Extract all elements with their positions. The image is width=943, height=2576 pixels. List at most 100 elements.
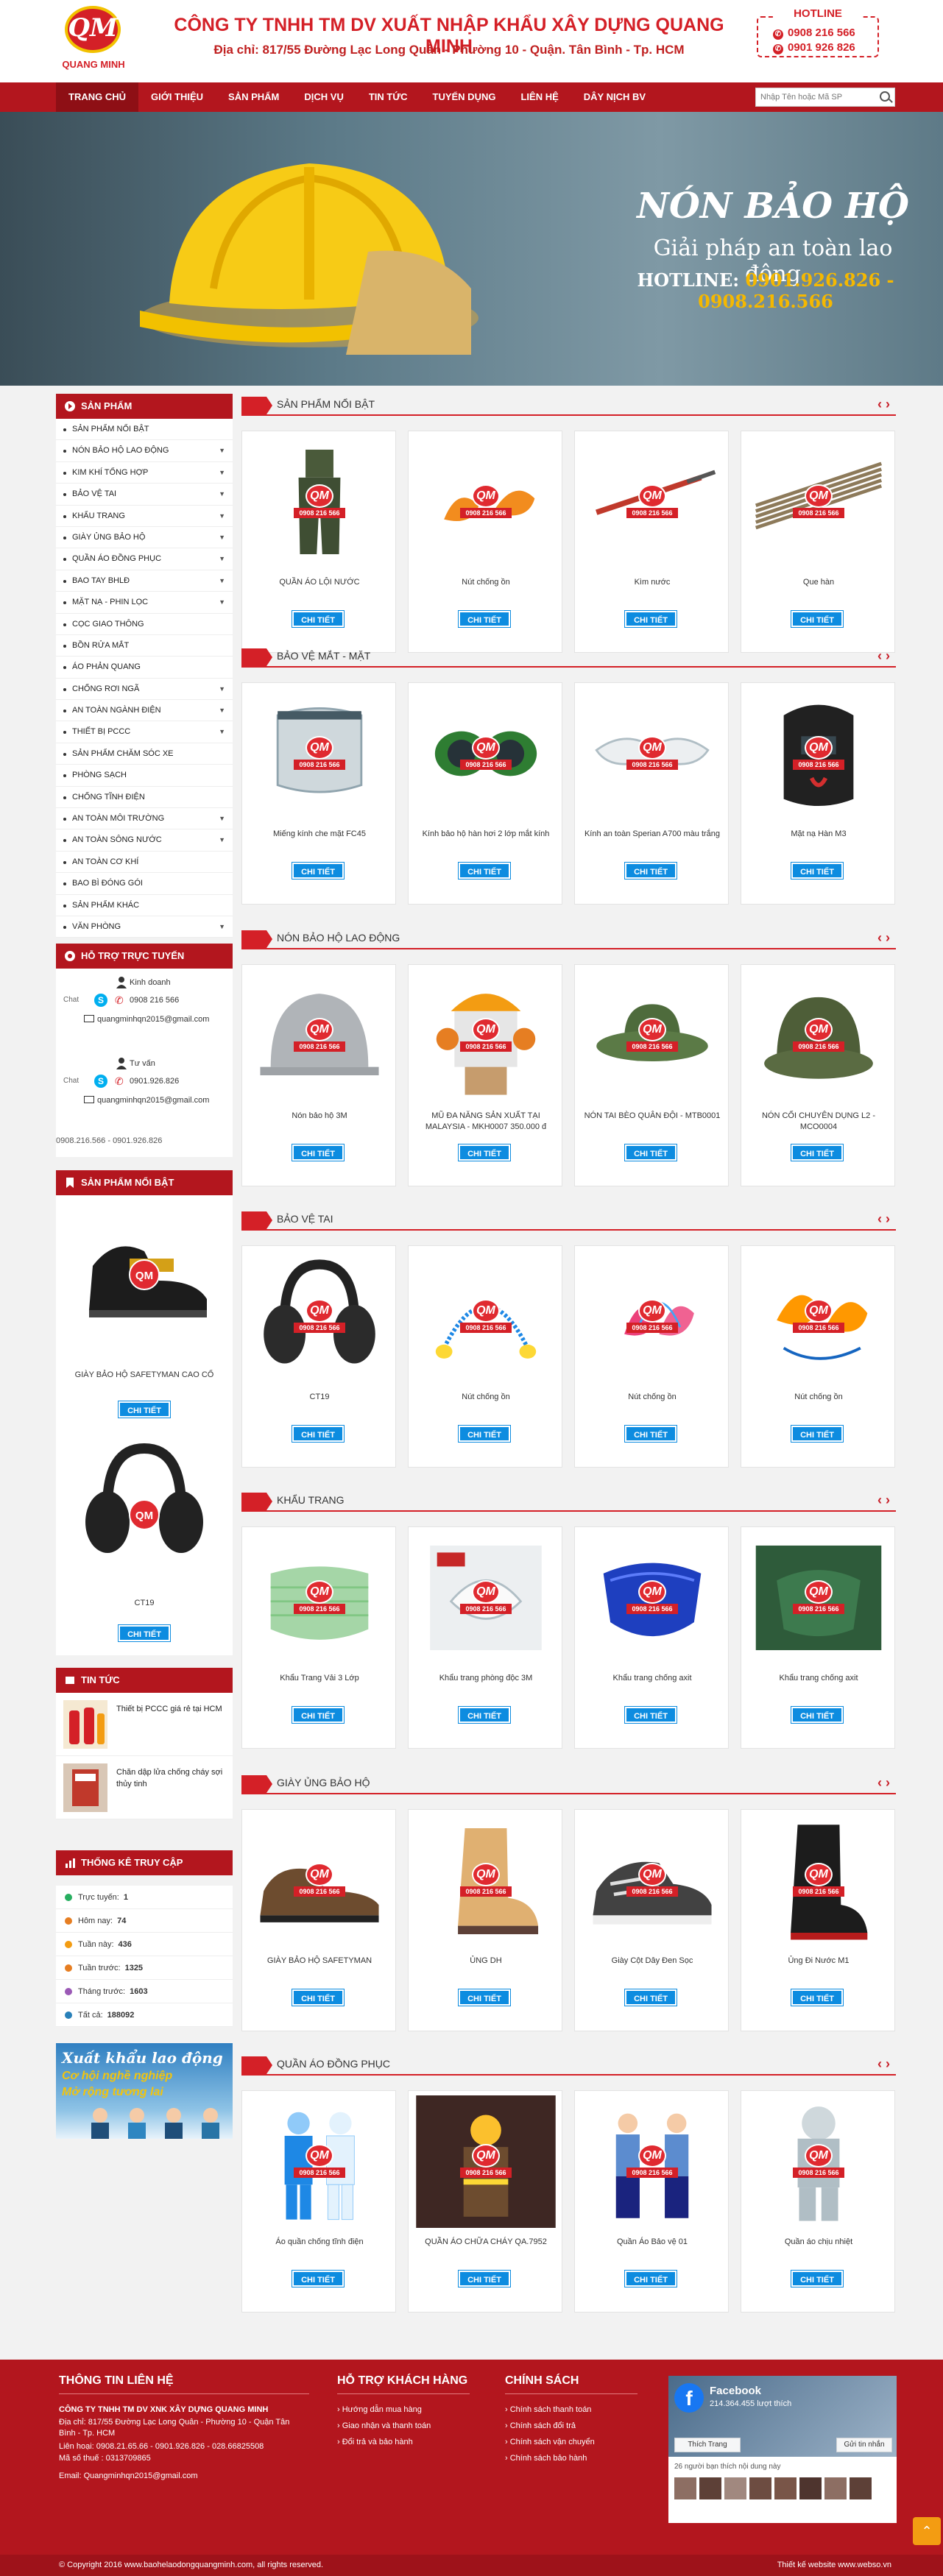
sidebar-category-item[interactable]: BẢO VỆ TAI ▼ [56,484,233,506]
support-phone-row[interactable]: Chat S ✆ 0908 216 566 [56,991,233,1010]
footer-link[interactable]: › Chính sách vận chuyển [505,2438,595,2446]
product-name[interactable]: Nón bảo hộ 3M [245,1111,394,1122]
sidebar-category-item[interactable]: BỒN RỬA MẮT [56,635,233,657]
section-title[interactable]: NÓN BẢO HỘ LAO ĐỘNG [277,932,400,944]
chevron-right-icon[interactable]: › [886,930,890,945]
chevron-left-icon[interactable]: ‹ [877,2056,882,2071]
product-card[interactable]: QM 0908 216 566 CT19 CHI TIẾT [241,1245,396,1468]
product-image[interactable]: QM 0908 216 566 [413,436,559,568]
avatar[interactable] [674,2477,696,2499]
avatar[interactable] [850,2477,872,2499]
detail-button[interactable]: CHI TIẾT [791,1144,843,1161]
detail-button[interactable]: CHI TIẾT [791,1426,843,1442]
detail-button[interactable]: CHI TIẾT [791,2271,843,2287]
detail-button[interactable]: CHI TIẾT [292,611,344,627]
chevron-right-icon[interactable]: › [886,397,890,411]
product-image[interactable]: QM 0908 216 566 [247,436,392,568]
nav-item[interactable]: DÂY NỊCH BV [571,82,658,112]
product-name[interactable]: QUẦN ÁO LỘI NƯỚC [245,577,394,588]
avatar[interactable] [774,2477,797,2499]
sidebar-category-item[interactable]: THIẾT BỊ PCCC ▼ [56,721,233,743]
chevron-left-icon[interactable]: ‹ [877,930,882,945]
fb-like-button[interactable]: Thích Trang [674,2438,741,2452]
footer-link[interactable]: › Hướng dẫn mua hàng [337,2405,422,2414]
sidebar-category-item[interactable]: NÓN BẢO HỘ LAO ĐỘNG ▼ [56,440,233,462]
product-card[interactable]: QM 0908 216 566 Nút chống ồn CHI TIẾT [574,1245,729,1468]
featured-detail-button[interactable]: CHI TIẾT [119,1625,170,1641]
detail-button[interactable]: CHI TIẾT [625,2271,677,2287]
avatar[interactable] [699,2477,721,2499]
sidebar-category-item[interactable]: SẢN PHẨM KHÁC [56,895,233,916]
avatar[interactable] [824,2477,847,2499]
product-card[interactable]: QM 0908 216 566 Quần áo chịu nhiệt CHI TIẾT [741,2090,895,2313]
product-name[interactable]: Khẩu trang chống axit [744,1673,893,1684]
product-name[interactable]: Khẩu trang phòng độc 3M [412,1673,560,1684]
product-name[interactable]: Giày Cột Dây Đen Sọc [578,1956,727,1967]
product-name[interactable]: Áo quần chống tĩnh điện [245,2237,394,2248]
detail-button[interactable]: CHI TIẾT [459,1144,510,1161]
detail-button[interactable]: CHI TIẾT [292,1144,344,1161]
product-name[interactable]: Nút chống ồn [412,577,560,588]
sidebar-category-item[interactable]: GIÀY ỦNG BẢO HỘ ▼ [56,527,233,549]
sidebar-category-item[interactable]: MẶT NẠ - PHIN LỌC ▼ [56,592,233,614]
chevron-down-icon[interactable]: ▼ [219,916,225,938]
product-image[interactable]: QM 0908 216 566 [579,436,725,568]
search-input[interactable] [756,88,874,106]
detail-button[interactable]: CHI TIẾT [625,611,677,627]
detail-button[interactable]: CHI TIẾT [292,2271,344,2287]
product-image[interactable]: QM 0908 216 566 [746,436,891,568]
section-title[interactable]: QUẦN ÁO ĐỒNG PHỤC [277,2058,390,2070]
fb-page-name[interactable]: Facebook [710,2385,761,2397]
product-card[interactable]: QM 0908 216 566 Khẩu trang phòng độc 3M CHI… [408,1526,562,1749]
detail-button[interactable]: CHI TIẾT [791,863,843,879]
chevron-down-icon[interactable]: ▼ [219,462,225,484]
detail-button[interactable]: CHI TIẾT [625,1707,677,1723]
product-name[interactable]: Mặt nạ Hàn M3 [744,829,893,840]
product-card[interactable]: QM 0908 216 566 Nút chống ồn CHI TIẾT [741,1245,895,1468]
support-email-row[interactable]: quangminhqn2015@gmail.com [56,1010,233,1029]
chevron-right-icon[interactable]: › [886,1493,890,1507]
chevron-left-icon[interactable]: ‹ [877,1775,882,1790]
sidebar-category-item[interactable]: BAO TAY BHLĐ ▼ [56,570,233,592]
nav-item[interactable]: LIÊN HỆ [508,82,571,112]
product-card[interactable]: QM 0908 216 566 Khẩu Trang Vải 3 Lớp CHI TI… [241,1526,396,1749]
chevron-right-icon[interactable]: › [886,1211,890,1226]
footer-link[interactable]: › Chính sách thanh toán [505,2405,591,2414]
avatar[interactable] [724,2477,746,2499]
product-card[interactable]: QM 0908 216 566 NÓN CỐI CHUYÊN DỤNG L2 - M… [741,964,895,1186]
chevron-left-icon[interactable]: ‹ [877,648,882,663]
detail-button[interactable]: CHI TIẾT [459,1426,510,1442]
chevron-down-icon[interactable]: ▼ [219,592,225,613]
support-email-row[interactable]: quangminhqn2015@gmail.com [56,1091,233,1110]
featured-product-image[interactable]: QM [71,1434,218,1581]
company-logo[interactable]: QM QUANG MINH [53,6,134,72]
detail-button[interactable]: CHI TIẾT [625,863,677,879]
product-card[interactable]: QM 0908 216 566 Nút chống ồn CHI TIẾT [408,431,562,653]
product-card[interactable]: QM 0908 216 566 Mặt nạ Hàn M3 CHI TIẾT [741,682,895,905]
chevron-down-icon[interactable]: ▼ [219,829,225,851]
support-phone-row[interactable]: Chat S ✆ 0901.926.826 [56,1072,233,1091]
product-card[interactable]: QM 0908 216 566 Que hàn CHI TIẾT [741,431,895,653]
news-item[interactable]: Chăn dập lửa chống cháy sợi thủy tinh [56,1756,233,1819]
sidebar-category-item[interactable]: SẢN PHẨM NỔI BẬT [56,419,233,441]
product-name[interactable]: CT19 [245,1392,394,1403]
product-name[interactable]: ỦNG DH [412,1956,560,1967]
sidebar-category-item[interactable]: QUẦN ÁO ĐỒNG PHỤC ▼ [56,548,233,570]
news-item[interactable]: Thiết bị PCCC giá rẻ tại HCM [56,1693,233,1756]
product-card[interactable]: QM 0908 216 566 Khẩu trang chống axit CHI T… [574,1526,729,1749]
footer-link[interactable]: › Chính sách đổi trả [505,2421,576,2430]
product-image[interactable]: QM 0908 216 566 [413,1250,559,1383]
product-name[interactable]: Quần áo chịu nhiệt [744,2237,893,2248]
footer-email[interactable]: Email: Quangminhqn2015@gmail.com [59,2471,197,2480]
product-image[interactable]: QM 0908 216 566 [247,687,392,820]
chevron-down-icon[interactable]: ▼ [219,527,225,548]
sidebar-category-item[interactable]: CHỐNG RƠI NGÃ ▼ [56,679,233,701]
product-image[interactable]: QM 0908 216 566 [413,1814,559,1947]
product-card[interactable]: QM 0908 216 566 NÓN TAI BÈO QUÂN ĐỘI - MTB… [574,964,729,1186]
product-image[interactable]: QM 0908 216 566 [413,1532,559,1664]
detail-button[interactable]: CHI TIẾT [791,611,843,627]
sidebar-category-item[interactable]: ÁO PHẢN QUANG [56,657,233,679]
product-card[interactable]: QM 0908 216 566 Giày Cột Dây Đen Sọc CHI TI… [574,1809,729,2031]
product-card[interactable]: QM 0908 216 566 MŨ ĐA NĂNG SẢN XUẤT TẠI MA… [408,964,562,1186]
product-image[interactable]: QM 0908 216 566 [579,687,725,820]
